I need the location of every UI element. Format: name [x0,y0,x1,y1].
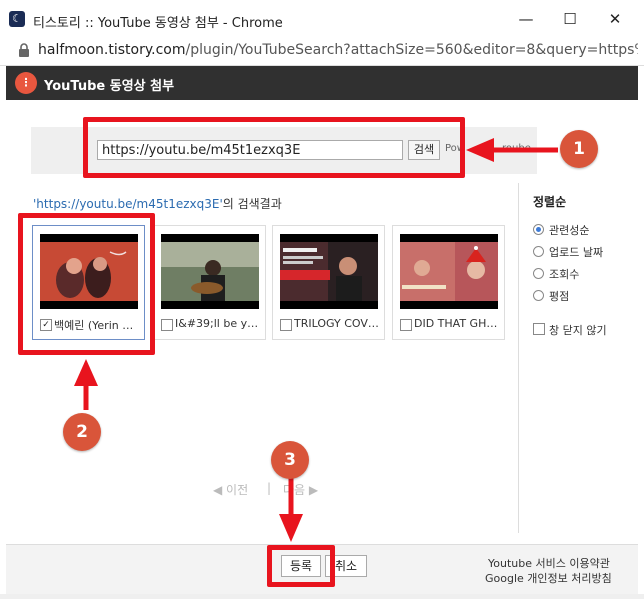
arrow-step1 [466,138,558,162]
arrow-step2 [74,359,98,410]
arrow-step3 [279,478,303,542]
step-badge-1: 1 [560,130,598,168]
step-badge-2: 2 [63,413,101,451]
annotation-arrows [74,138,558,542]
step-badge-3: 3 [271,441,309,479]
